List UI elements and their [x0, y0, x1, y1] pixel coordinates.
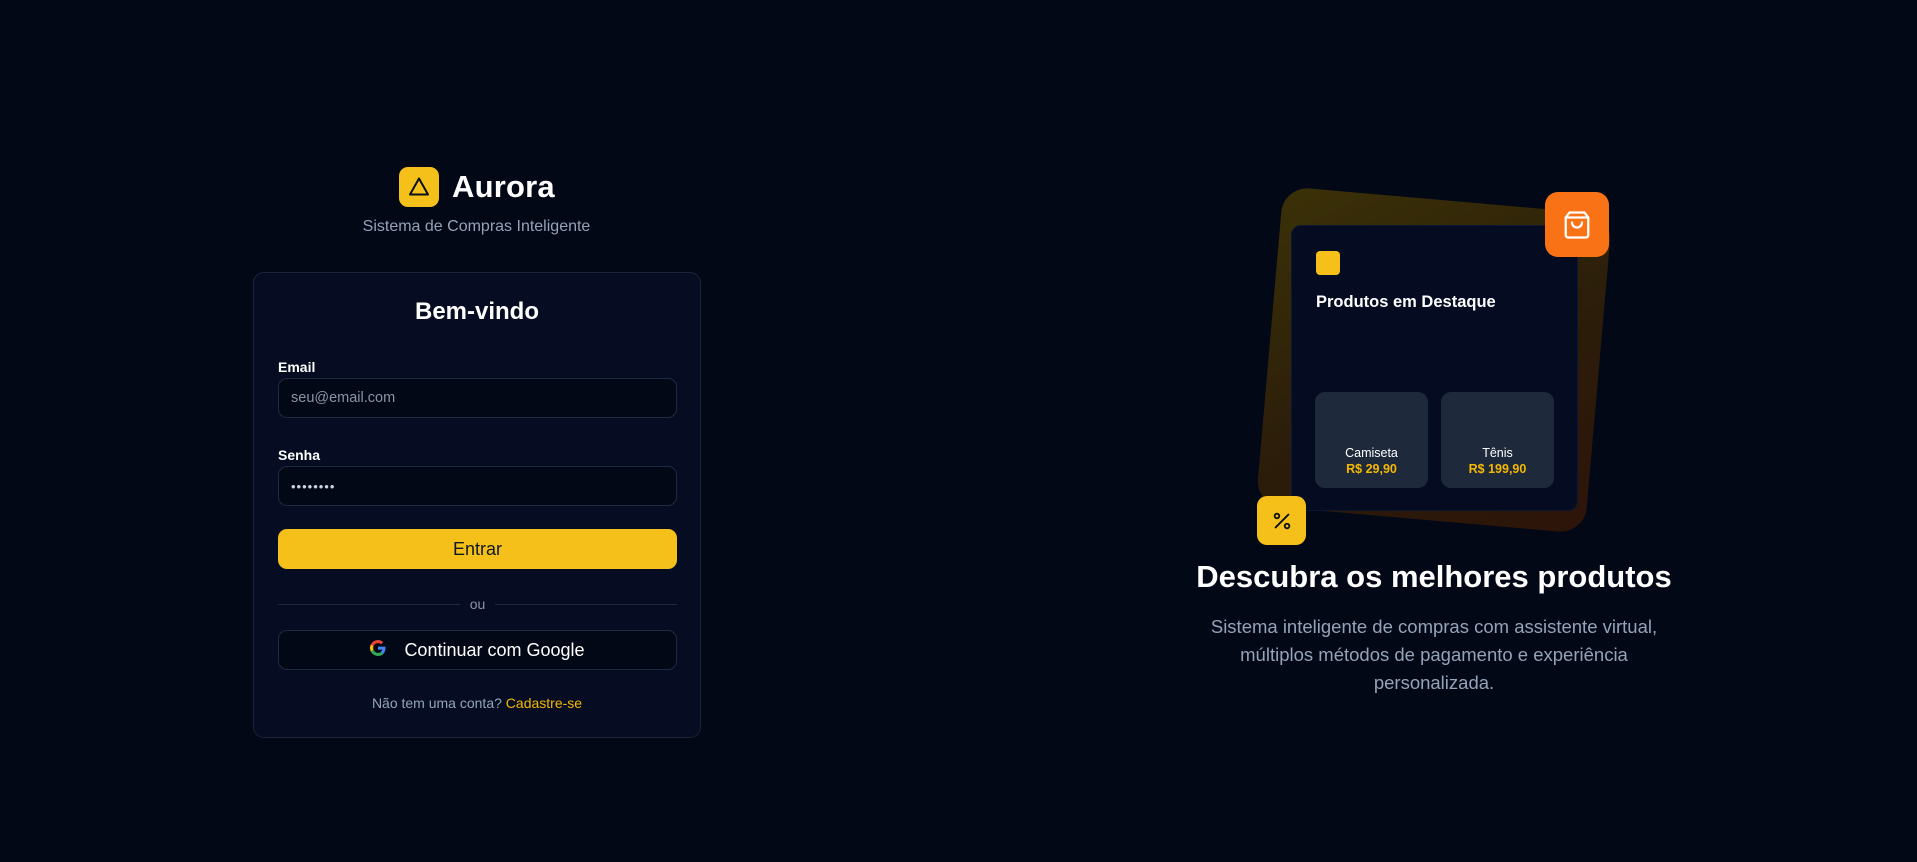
email-field[interactable]: seu@email.com — [278, 378, 677, 418]
google-icon — [370, 639, 386, 661]
shopping-bag-icon — [1545, 192, 1609, 257]
brand-tagline: Sistema de Compras Inteligente — [362, 218, 591, 235]
password-value: •••••••• — [291, 478, 336, 494]
percent-icon — [1257, 496, 1306, 545]
google-button-label: Continuar com Google — [404, 639, 585, 660]
login-button[interactable]: Entrar — [278, 529, 677, 569]
google-login-button[interactable]: Continuar com Google — [278, 630, 677, 670]
divider-line-right — [495, 603, 678, 605]
featured-products-card: Produtos em Destaque Camiseta R$ 29,90 T… — [1291, 225, 1578, 511]
featured-products-title: Produtos em Destaque — [1316, 293, 1496, 311]
email-placeholder: seu@email.com — [291, 390, 396, 406]
triangle-icon — [399, 167, 439, 207]
signup-prompt: Não tem uma conta? Cadastre-se — [254, 695, 700, 711]
or-divider: ou — [278, 596, 678, 612]
product-price: R$ 29,90 — [1346, 462, 1397, 476]
password-field[interactable]: •••••••• — [278, 466, 677, 506]
divider-text: ou — [469, 596, 486, 612]
product-name: Camiseta — [1345, 446, 1398, 460]
product-price: R$ 199,90 — [1468, 462, 1527, 476]
login-title: Bem-vindo — [414, 298, 539, 325]
signup-text: Não tem uma conta? — [371, 695, 502, 711]
password-label: Senha — [278, 447, 321, 463]
email-label: Email — [278, 359, 316, 375]
card-accent-square — [1316, 251, 1340, 275]
brand-name: Aurora — [452, 169, 555, 204]
product-name: Tênis — [1482, 446, 1513, 460]
signup-link[interactable]: Cadastre-se — [506, 695, 582, 711]
login-page: Aurora Sistema de Compras Inteligente Be… — [0, 0, 1917, 862]
product-tile: Tênis R$ 199,90 — [1441, 392, 1554, 488]
brand: Aurora — [399, 167, 555, 207]
product-tile: Camiseta R$ 29,90 — [1315, 392, 1428, 488]
hero-description: Sistema inteligente de compras com assis… — [1210, 616, 1658, 693]
login-card: Bem-vindo Email seu@email.com Senha ••••… — [253, 272, 701, 738]
divider-line-left — [278, 603, 460, 605]
hero-headline: Descubra os melhores produtos — [1196, 559, 1672, 594]
